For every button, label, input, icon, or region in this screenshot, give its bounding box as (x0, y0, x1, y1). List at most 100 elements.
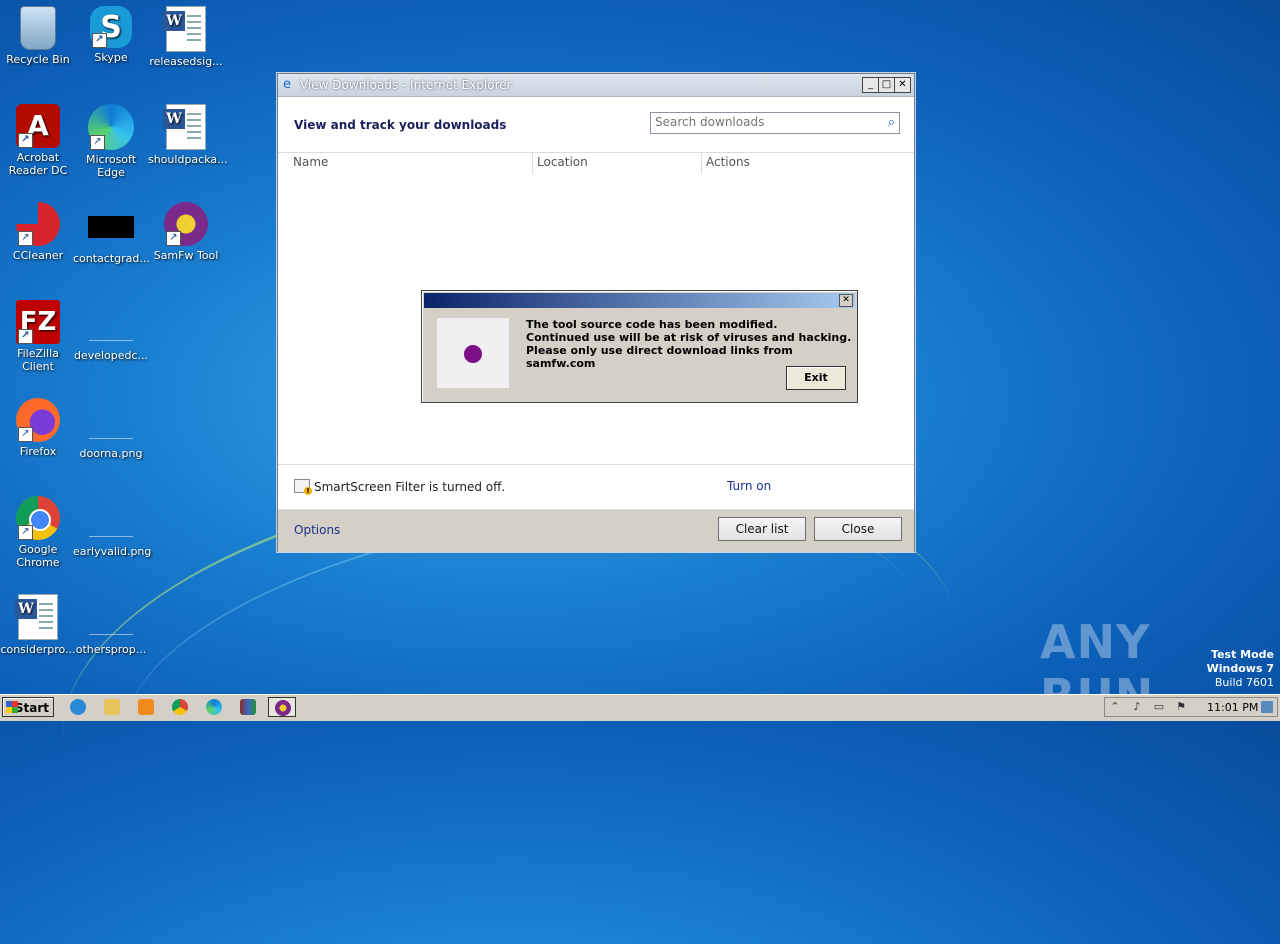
firefox-icon: ↗ (16, 398, 60, 442)
acrobat-icon: A ↗ (16, 104, 60, 148)
desktop-icon-samfw[interactable]: ↗ SamFw Tool (148, 202, 224, 262)
taskbar-media-player[interactable] (132, 697, 160, 717)
desktop-icon-edge[interactable]: ↗ Microsoft Edge (73, 104, 149, 179)
desktop-icon-label: shouldpacka... (148, 153, 228, 166)
samfw-icon (275, 700, 291, 716)
desktop-icon-filezilla[interactable]: FZ ↗ FileZilla Client (0, 300, 76, 373)
desktop-icon-label: othersprop... (75, 643, 147, 656)
column-divider[interactable] (532, 152, 533, 174)
search-input[interactable] (651, 113, 879, 131)
word-document-icon: W (15, 594, 58, 640)
taskbar-explorer[interactable] (98, 697, 126, 717)
folder-icon (104, 699, 120, 715)
ccleaner-icon: ↗ (16, 202, 60, 246)
taskbar-winrar[interactable] (234, 697, 262, 717)
exit-button[interactable]: Exit (786, 366, 846, 390)
alert-image (437, 318, 509, 388)
alert-line: The tool source code has been modified. (526, 318, 778, 331)
smartscreen-warning-icon (294, 479, 312, 495)
file-thumbnail-icon (89, 612, 133, 635)
desktop-icon-label: contactgrad... (73, 252, 150, 265)
desktop-icon-label: Recycle Bin (6, 53, 70, 66)
smartscreen-text: SmartScreen Filter is turned off. (314, 480, 506, 494)
desktop-icon-developedc[interactable]: developedc... (73, 300, 149, 362)
network-icon[interactable]: ▭ (1153, 701, 1165, 713)
alert-close-button[interactable]: ✕ (839, 294, 853, 307)
desktop-icon-othersprop[interactable]: othersprop... (73, 594, 149, 656)
smartscreen-status: SmartScreen Filter is turned off. (294, 479, 506, 495)
samfw-alert-dialog: ✕ The tool source code has been modified… (421, 290, 858, 403)
options-link[interactable]: Options (294, 523, 340, 537)
file-thumbnail-icon (89, 416, 133, 439)
taskbar-samfw-tool[interactable] (268, 697, 296, 717)
chrome-icon (172, 699, 188, 715)
start-label: Start (14, 701, 49, 715)
edge-icon (206, 699, 222, 715)
build-text: Build 7601 (1214, 676, 1274, 689)
desktop-icon-considerpro[interactable]: W considerpro... (0, 594, 76, 656)
skype-icon: S ↗ (90, 6, 132, 48)
desktop-icon-contactgrad[interactable]: contactgrad... (73, 202, 150, 265)
desktop-icon-label: SamFw Tool (153, 249, 219, 262)
word-document-icon: W (163, 6, 206, 52)
desktop-icon-label: doorna.png (79, 447, 143, 460)
close-button[interactable]: Close (814, 517, 902, 541)
column-header-actions[interactable]: Actions (706, 155, 750, 169)
turn-on-link[interactable]: Turn on (727, 479, 771, 493)
desktop-icon-shouldpacka[interactable]: W shouldpacka... (148, 104, 228, 166)
desktop-icon-earlyvalid[interactable]: earlyvalid.png (73, 496, 151, 558)
desktop-icon-label: developedc... (73, 349, 149, 362)
system-tray: ⌃ ♪ ▭ ⚑ 11:01 PM (1104, 697, 1278, 717)
taskbar: Start ⌃ ♪ ▭ ⚑ 11:01 PM (0, 694, 1280, 721)
desktop-icon-label: Firefox (19, 445, 57, 458)
window-titlebar[interactable]: e View Downloads - Internet Explorer _ □… (278, 74, 914, 97)
internet-explorer-icon (70, 699, 86, 715)
column-divider[interactable] (701, 152, 702, 174)
os-name-text: Windows 7 (1206, 662, 1274, 675)
column-header-location[interactable]: Location (537, 155, 588, 169)
column-header-name[interactable]: Name (293, 155, 328, 169)
desktop-icon-label: Google Chrome (16, 543, 60, 569)
maximize-button[interactable]: □ (878, 77, 895, 93)
action-center-flag-icon[interactable]: ⚑ (1175, 701, 1187, 713)
desktop-icon-label: Skype (94, 51, 128, 64)
downloads-header: View and track your downloads ⌕ (278, 97, 914, 153)
desktop-icon-chrome[interactable]: ↗ Google Chrome (0, 496, 76, 569)
edge-icon: ↗ (88, 104, 134, 150)
desktop-icon-doorna[interactable]: doorna.png (73, 398, 149, 460)
windows-flag-icon (6, 701, 18, 713)
winrar-icon (240, 699, 256, 715)
file-thumbnail-icon (89, 514, 133, 537)
divider (278, 464, 914, 465)
show-hidden-icons-icon[interactable]: ⌃ (1109, 701, 1121, 713)
test-mode-text: Test Mode (1211, 648, 1274, 661)
desktop-icon-ccleaner[interactable]: ↗ CCleaner (0, 202, 76, 262)
volume-icon[interactable]: ♪ (1131, 701, 1143, 713)
taskbar-chrome[interactable] (166, 697, 194, 717)
close-window-button[interactable]: ✕ (894, 77, 911, 93)
show-desktop-icon[interactable] (1261, 701, 1273, 713)
internet-explorer-icon: e (283, 77, 291, 92)
alert-message: The tool source code has been modified. … (526, 318, 857, 370)
downloads-heading: View and track your downloads (294, 118, 507, 132)
taskbar-internet-explorer[interactable] (64, 697, 92, 717)
samfw-icon: ↗ (164, 202, 208, 246)
alert-titlebar[interactable]: ✕ (424, 293, 855, 308)
search-icon[interactable]: ⌕ (888, 115, 895, 130)
desktop-icon-label: FileZilla Client (17, 347, 59, 373)
desktop-icon-firefox[interactable]: ↗ Firefox (0, 398, 76, 458)
desktop-icon-recycle-bin[interactable]: Recycle Bin (0, 6, 76, 66)
start-button[interactable]: Start (2, 697, 54, 717)
desktop-icon-label: considerpro... (0, 643, 76, 656)
desktop-icon-skype[interactable]: S ↗ Skype (73, 6, 149, 64)
clock[interactable]: 11:01 PM (1207, 701, 1258, 714)
taskbar-edge[interactable] (200, 697, 228, 717)
downloads-footer: Options Clear list Close (278, 509, 914, 552)
desktop-icon-releasedsig[interactable]: W releasedsig... (148, 6, 224, 68)
file-thumbnail-icon (88, 216, 134, 238)
file-thumbnail-icon (89, 318, 133, 341)
minimize-button[interactable]: _ (862, 77, 879, 93)
desktop-icon-label: Microsoft Edge (85, 153, 137, 179)
clear-list-button[interactable]: Clear list (718, 517, 806, 541)
desktop-icon-acrobat[interactable]: A ↗ Acrobat Reader DC (0, 104, 76, 177)
